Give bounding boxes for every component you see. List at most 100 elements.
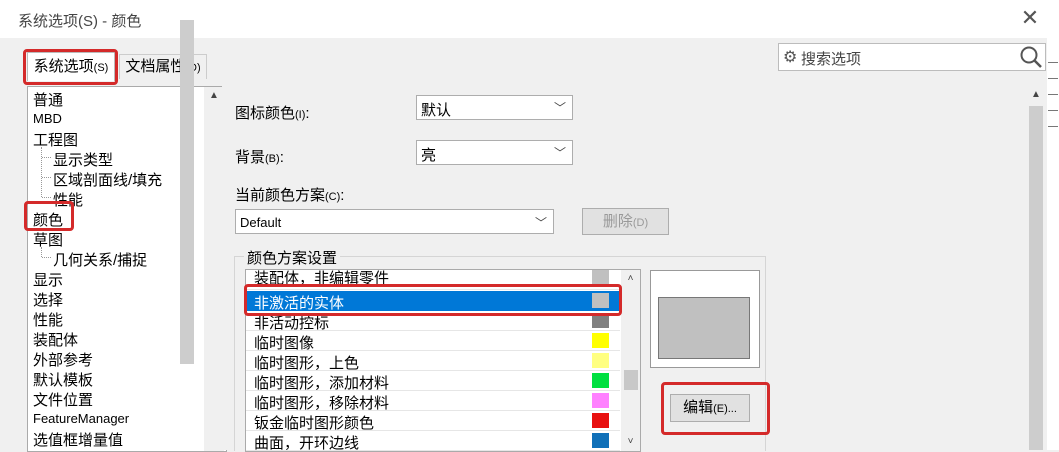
list-item[interactable]: 曲面，开环边线 — [246, 431, 620, 451]
preview-swatch — [658, 297, 750, 359]
color-scheme-label: 当前颜色方案(C): — [235, 184, 344, 205]
group-title: 颜色方案设置 — [244, 247, 341, 268]
tree-item-drawings[interactable]: 工程图 — [33, 129, 78, 150]
tree-connector — [42, 197, 51, 198]
scroll-up-icon[interactable]: ˄ — [621, 270, 640, 288]
color-swatch — [592, 313, 609, 328]
tree-item-performance-drawings[interactable]: 性能 — [53, 189, 83, 210]
tree-item-sketch[interactable]: 草图 — [33, 229, 63, 250]
options-tree: 普通 MBD 工程图 显示类型 区域剖面线/填充 性能 颜色 草图 几何关系/捕… — [27, 86, 227, 452]
tab-system-options-label: 系统选项 — [33, 58, 94, 75]
chevron-down-icon: ﹀ — [553, 146, 566, 160]
color-scheme-value: Default — [240, 215, 282, 230]
tree-connector — [41, 147, 42, 197]
background-window-edge — [1047, 38, 1059, 450]
edit-button-label: 编辑 — [683, 399, 714, 416]
tree-item-general[interactable]: 普通 — [33, 89, 63, 110]
tree-item-assemblies[interactable]: 装配体 — [33, 329, 78, 350]
tree-item-default-templates[interactable]: 默认模板 — [33, 369, 93, 390]
divider — [246, 289, 620, 290]
chevron-down-icon: ﹀ — [553, 101, 566, 115]
color-swatch — [592, 413, 609, 428]
tree-connector — [42, 257, 51, 258]
divider — [246, 450, 620, 451]
list-item-selected[interactable]: 非激活的实体 — [246, 291, 620, 312]
tree-item-external-references[interactable]: 外部参考 — [33, 349, 93, 370]
tab-document-properties-label: 文档属性 — [125, 58, 186, 75]
color-preview — [650, 270, 760, 368]
tab-system-options[interactable]: 系统选项(S) — [27, 52, 115, 81]
list-item[interactable]: 钣金临时图形颜色 — [246, 411, 620, 432]
tree-item-featuremanager[interactable]: FeatureManager — [33, 411, 129, 426]
tree-item-display-type[interactable]: 显示类型 — [53, 149, 113, 170]
close-icon[interactable]: ✕ — [1018, 6, 1042, 30]
icon-color-label: 图标颜色(I): — [235, 102, 310, 123]
delete-button-label: 删除 — [602, 213, 633, 230]
icon-color-label-text: 图标颜色 — [235, 105, 296, 122]
tree-item-colors[interactable]: 颜色 — [33, 209, 63, 230]
color-scheme-label-text: 当前颜色方案 — [235, 187, 326, 204]
list-item[interactable]: 临时图像 — [246, 331, 620, 352]
list-item-label: 装配体，非编辑零件 — [254, 270, 390, 287]
color-scheme-shortcut: (C) — [325, 191, 341, 203]
color-swatch — [592, 433, 609, 448]
icon-color-value: 默认 — [421, 102, 452, 119]
delete-button-shortcut: (D) — [632, 217, 649, 229]
list-item[interactable]: 装配体，非编辑零件 — [246, 270, 620, 290]
tree-item-mbd[interactable]: MBD — [33, 111, 62, 126]
tree-scrollbar[interactable]: ▲ — [204, 87, 224, 451]
color-swatch — [592, 373, 609, 388]
chevron-down-icon: ﹀ — [534, 216, 547, 230]
color-swatch — [592, 293, 609, 308]
color-scheme-list[interactable]: 装配体，非编辑零件 非激活的实体 非活动控标 临时图像 临时图形，上色 临时图形… — [245, 269, 641, 452]
label-colon: : — [340, 187, 345, 204]
title-bar — [0, 0, 1059, 38]
tree-item-relations-snaps[interactable]: 几何关系/捕捉 — [53, 249, 147, 270]
tab-system-options-shortcut: (S) — [93, 62, 109, 74]
tree-item-performance[interactable]: 性能 — [33, 309, 63, 330]
list-scrollbar-thumb[interactable] — [624, 370, 638, 390]
color-scheme-select[interactable]: Default ﹀ — [235, 209, 554, 234]
list-scrollbar[interactable]: ˄ ˅ — [621, 270, 640, 451]
background-value: 亮 — [421, 147, 437, 164]
icon-color-select[interactable]: 默认 ﹀ — [416, 95, 573, 120]
edit-button-shortcut: (E)... — [713, 403, 737, 415]
tree-scrollbar-thumb[interactable] — [180, 20, 194, 364]
background-select[interactable]: 亮 ﹀ — [416, 140, 573, 165]
search-input[interactable]: ⚙ 搜索选项 — [778, 43, 1046, 71]
tree-item-file-locations[interactable]: 文件位置 — [33, 389, 93, 410]
list-item-label: 非激活的实体 — [254, 295, 345, 312]
label-colon: : — [279, 149, 284, 166]
tree-item-selection[interactable]: 选择 — [33, 289, 63, 310]
tree-connector — [41, 247, 42, 257]
panel-scrollbar-thumb[interactable] — [1029, 106, 1043, 450]
search-placeholder: 搜索选项 — [801, 51, 862, 68]
background-shortcut: (B) — [265, 153, 280, 165]
scroll-up-icon[interactable]: ▲ — [1026, 86, 1046, 104]
color-swatch — [592, 333, 609, 348]
scroll-down-icon[interactable]: ˅ — [621, 433, 640, 451]
tree-connector — [42, 177, 51, 178]
list-item[interactable]: 临时图形，上色 — [246, 351, 620, 372]
tree-item-spin-box-increments[interactable]: 选值框增量值 — [33, 429, 123, 450]
search-icon[interactable] — [1018, 44, 1044, 76]
color-swatch — [592, 270, 609, 285]
tree-item-display[interactable]: 显示 — [33, 269, 63, 290]
scroll-up-icon[interactable]: ▲ — [204, 87, 224, 105]
color-swatch — [592, 353, 609, 368]
background-label-text: 背景 — [235, 149, 266, 166]
panel-scrollbar[interactable]: ▲ — [1026, 86, 1046, 450]
tree-item-area-hatch[interactable]: 区域剖面线/填充 — [53, 169, 162, 190]
icon-color-shortcut: (I) — [295, 109, 306, 121]
delete-button[interactable]: 删除(D) — [582, 208, 669, 235]
color-swatch — [592, 393, 609, 408]
edit-button[interactable]: 编辑(E)... — [670, 394, 750, 422]
list-item-label: 曲面，开环边线 — [254, 435, 360, 452]
list-item[interactable]: 非活动控标 — [246, 311, 620, 332]
list-item[interactable]: 临时图形，移除材料 — [246, 391, 620, 412]
list-item[interactable]: 临时图形，添加材料 — [246, 371, 620, 392]
tree-connector — [42, 157, 51, 158]
label-colon: : — [305, 105, 310, 122]
gear-icon[interactable]: ⚙ — [783, 47, 797, 67]
window-title: 系统选项(S) - 颜色 — [18, 13, 142, 30]
